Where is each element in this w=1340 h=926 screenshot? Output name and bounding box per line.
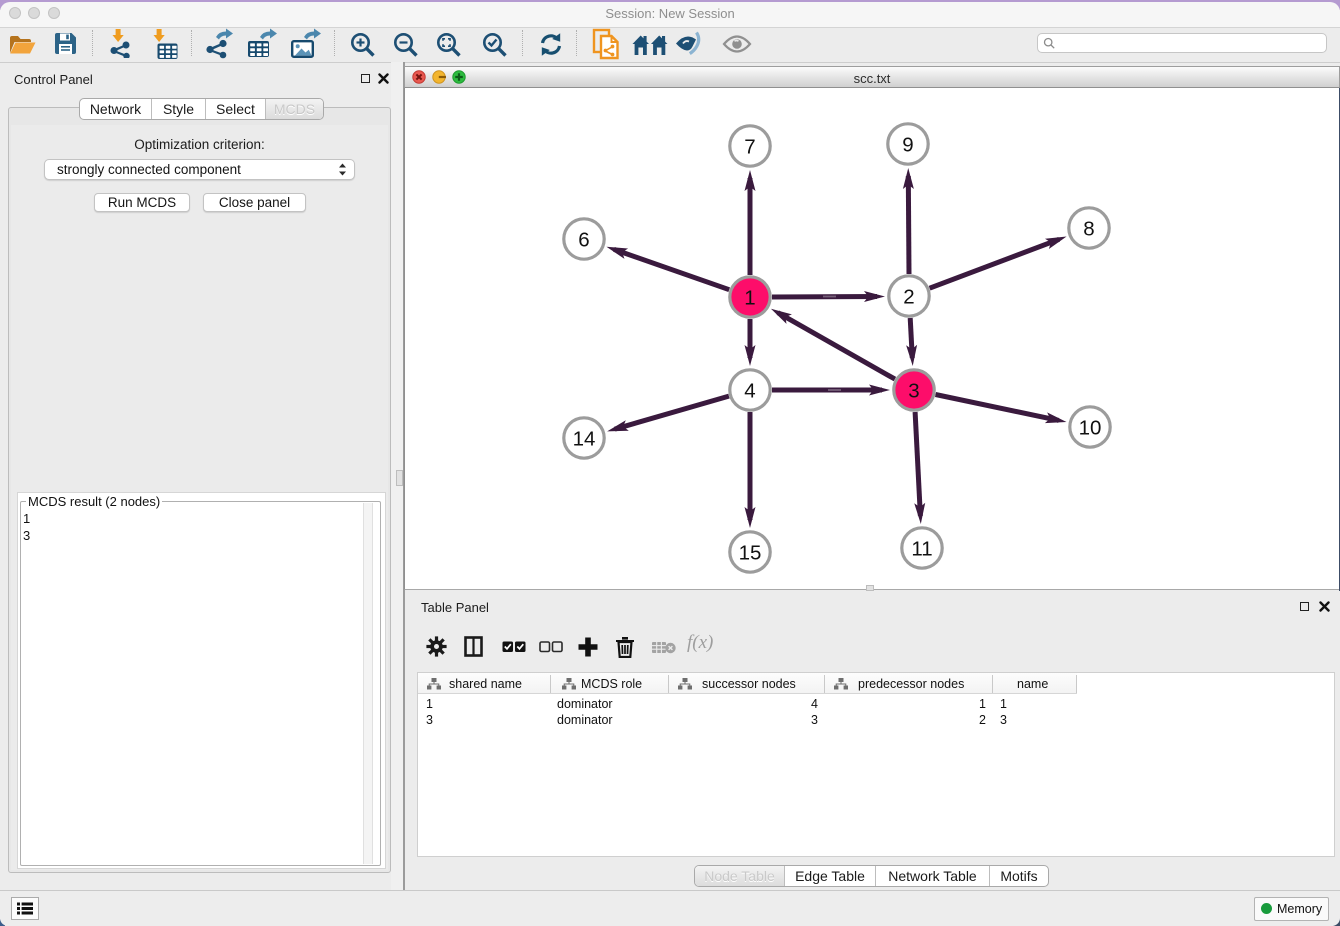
svg-text:7: 7 [744, 136, 755, 159]
svg-text:8: 8 [1083, 218, 1094, 241]
svg-text:6: 6 [578, 229, 589, 252]
svg-text:15: 15 [739, 542, 762, 565]
svg-text:11: 11 [911, 538, 932, 561]
svg-text:9: 9 [902, 134, 913, 157]
svg-text:2: 2 [903, 286, 914, 309]
svg-text:3: 3 [908, 380, 919, 403]
svg-text:10: 10 [1079, 417, 1102, 440]
svg-text:14: 14 [573, 428, 596, 451]
svg-text:1: 1 [744, 287, 755, 310]
svg-text:4: 4 [744, 380, 755, 403]
